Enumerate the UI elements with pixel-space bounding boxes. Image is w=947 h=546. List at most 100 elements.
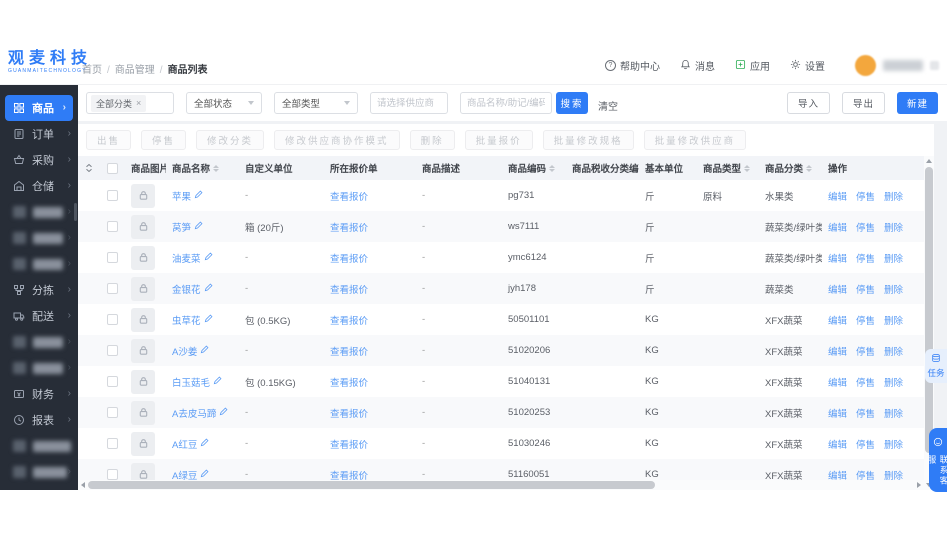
product-image-placeholder[interactable] bbox=[131, 369, 155, 394]
clear-button[interactable]: 清空 bbox=[598, 98, 618, 113]
action-delete-link[interactable]: 删除 bbox=[884, 313, 903, 327]
help-center-menu[interactable]: ? 帮助中心 bbox=[605, 58, 660, 73]
row-checkbox[interactable] bbox=[107, 469, 118, 480]
import-button[interactable]: 导入 bbox=[786, 92, 830, 114]
scroll-right-icon[interactable] bbox=[914, 480, 924, 490]
product-name-link[interactable]: 莴笋 bbox=[172, 220, 203, 234]
action-stop-sale-link[interactable]: 停售 bbox=[856, 437, 875, 451]
avatar[interactable] bbox=[855, 55, 876, 76]
product-name-link[interactable]: 金银花 bbox=[172, 282, 213, 296]
row-checkbox[interactable] bbox=[107, 438, 118, 449]
action-edit-link[interactable]: 编辑 bbox=[828, 406, 847, 420]
breadcrumb-home[interactable]: 首页 bbox=[82, 65, 102, 76]
action-edit-link[interactable]: 编辑 bbox=[828, 437, 847, 451]
action-stop-sale-link[interactable]: 停售 bbox=[856, 282, 875, 296]
product-image-placeholder[interactable] bbox=[131, 245, 155, 270]
product-image-placeholder[interactable] bbox=[131, 431, 155, 456]
action-stop-sale-link[interactable]: 停售 bbox=[856, 220, 875, 234]
view-quote-link[interactable]: 查看报价 bbox=[330, 189, 368, 203]
brand-logo[interactable]: 观麦科技 GUANMAITECHNOLOGY bbox=[8, 49, 92, 74]
sort-icon[interactable] bbox=[549, 164, 556, 172]
row-checkbox[interactable] bbox=[107, 283, 118, 294]
create-button[interactable]: 新建 bbox=[896, 92, 938, 114]
user-account[interactable] bbox=[855, 55, 939, 76]
row-checkbox[interactable] bbox=[107, 376, 118, 387]
view-quote-link[interactable]: 查看报价 bbox=[330, 313, 368, 327]
sidebar-item-redacted[interactable]: › bbox=[0, 433, 78, 459]
bulk-action-button[interactable]: 停售 bbox=[141, 130, 187, 150]
action-stop-sale-link[interactable]: 停售 bbox=[856, 313, 875, 327]
row-checkbox[interactable] bbox=[107, 407, 118, 418]
action-delete-link[interactable]: 删除 bbox=[884, 189, 903, 203]
action-stop-sale-link[interactable]: 停售 bbox=[856, 344, 875, 358]
product-image-placeholder[interactable] bbox=[131, 307, 155, 332]
sidebar-item[interactable]: 配送 › bbox=[0, 303, 78, 329]
product-image-placeholder[interactable] bbox=[131, 400, 155, 425]
select-all-checkbox[interactable] bbox=[107, 162, 118, 174]
contact-support-widget[interactable]: 联系客服 bbox=[927, 428, 947, 492]
product-name-link[interactable]: 苹果 bbox=[172, 189, 203, 203]
sort-icon[interactable] bbox=[213, 164, 220, 172]
column-header-type[interactable]: 商品类型 bbox=[697, 161, 759, 175]
sidebar-item[interactable]: 分拣 › bbox=[0, 277, 78, 303]
product-name-link[interactable]: 虫草花 bbox=[172, 313, 213, 327]
view-quote-link[interactable]: 查看报价 bbox=[330, 282, 368, 296]
product-image-placeholder[interactable] bbox=[131, 183, 155, 208]
horizontal-scroll-thumb[interactable] bbox=[88, 481, 655, 489]
row-checkbox[interactable] bbox=[107, 314, 118, 325]
product-name-link[interactable]: A红豆 bbox=[172, 437, 209, 451]
sidebar-item-redacted[interactable]: › bbox=[0, 459, 78, 485]
product-name-link[interactable]: A沙姜 bbox=[172, 344, 209, 358]
horizontal-scrollbar[interactable] bbox=[78, 480, 924, 490]
action-delete-link[interactable]: 删除 bbox=[884, 437, 903, 451]
action-stop-sale-link[interactable]: 停售 bbox=[856, 375, 875, 389]
sidebar-item-redacted[interactable]: › bbox=[0, 355, 78, 381]
sidebar-item-redacted[interactable]: › bbox=[0, 329, 78, 355]
type-select[interactable]: 全部类型 bbox=[274, 92, 358, 114]
scroll-up-icon[interactable] bbox=[924, 156, 934, 166]
product-name-link[interactable]: A去皮马蹄 bbox=[172, 406, 228, 420]
action-delete-link[interactable]: 删除 bbox=[884, 220, 903, 234]
action-edit-link[interactable]: 编辑 bbox=[828, 344, 847, 358]
scroll-left-icon[interactable] bbox=[78, 480, 88, 490]
account-menu-icon[interactable] bbox=[930, 61, 939, 70]
sidebar-item[interactable]: 采购 › bbox=[0, 147, 78, 173]
product-image-placeholder[interactable] bbox=[131, 214, 155, 239]
action-stop-sale-link[interactable]: 停售 bbox=[856, 406, 875, 420]
sidebar-item-redacted[interactable]: › bbox=[0, 251, 78, 277]
status-select[interactable]: 全部状态 bbox=[186, 92, 262, 114]
sidebar-item[interactable]: 订单 › bbox=[0, 121, 78, 147]
sort-icon[interactable] bbox=[806, 164, 813, 172]
view-quote-link[interactable]: 查看报价 bbox=[330, 344, 368, 358]
bulk-action-button[interactable]: 批量修改规格 bbox=[542, 130, 634, 150]
action-edit-link[interactable]: 编辑 bbox=[828, 375, 847, 389]
remove-tag-icon[interactable]: × bbox=[136, 98, 141, 108]
row-checkbox[interactable] bbox=[107, 190, 118, 201]
product-name-link[interactable]: 白玉菇毛 bbox=[172, 375, 222, 389]
category-multiselect[interactable]: 全部分类 × bbox=[86, 92, 174, 114]
action-delete-link[interactable]: 删除 bbox=[884, 406, 903, 420]
action-edit-link[interactable]: 编辑 bbox=[828, 282, 847, 296]
expand-all-icon[interactable] bbox=[78, 163, 100, 173]
bulk-action-button[interactable]: 删除 bbox=[409, 130, 455, 150]
action-edit-link[interactable]: 编辑 bbox=[828, 313, 847, 327]
action-delete-link[interactable]: 删除 bbox=[884, 344, 903, 358]
column-header-code[interactable]: 商品编码 bbox=[502, 161, 566, 175]
action-edit-link[interactable]: 编辑 bbox=[828, 189, 847, 203]
product-image-placeholder[interactable] bbox=[131, 276, 155, 301]
sidebar-item[interactable]: 仓储 › bbox=[0, 173, 78, 199]
bulk-action-button[interactable]: 批量修改供应商 bbox=[643, 130, 747, 150]
settings-menu[interactable]: 设置 bbox=[790, 58, 825, 73]
view-quote-link[interactable]: 查看报价 bbox=[330, 437, 368, 451]
action-edit-link[interactable]: 编辑 bbox=[828, 251, 847, 265]
sidebar-item-redacted[interactable]: › bbox=[0, 199, 78, 225]
action-stop-sale-link[interactable]: 停售 bbox=[856, 251, 875, 265]
bulk-action-button[interactable]: 出售 bbox=[86, 130, 132, 150]
search-input[interactable] bbox=[460, 92, 552, 114]
bulk-action-button[interactable]: 修改供应商协作模式 bbox=[274, 130, 400, 150]
apps-menu[interactable]: 应用 bbox=[735, 58, 770, 73]
row-checkbox[interactable] bbox=[107, 345, 118, 356]
view-quote-link[interactable]: 查看报价 bbox=[330, 220, 368, 234]
vertical-scroll-thumb[interactable] bbox=[925, 167, 933, 453]
product-image-placeholder[interactable] bbox=[131, 338, 155, 363]
